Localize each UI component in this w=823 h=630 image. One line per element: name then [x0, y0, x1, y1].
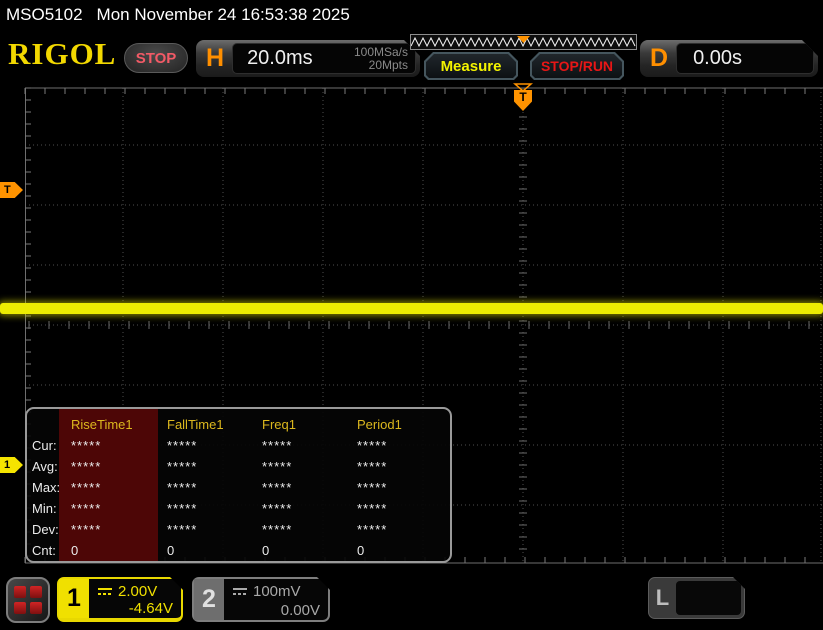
measurement-column-header: Freq1 — [262, 417, 296, 432]
table-corner — [32, 414, 71, 435]
status-bar: MSO5102 Mon November 24 16:53:38 2025 — [0, 0, 823, 30]
measurement-value: 0 — [262, 543, 271, 558]
acquisition-info: 100MSa/s 20Mpts — [354, 46, 408, 72]
graticule: T T 1 RiseTime1 FallTime1 Freq1 Period1 Cur:… — [0, 83, 823, 568]
horizontal-settings-button[interactable]: H 20.0ms 100MSa/s 20Mpts — [196, 40, 420, 77]
measurement-row-label: Dev: — [32, 522, 59, 537]
measurement-value: ***** — [262, 459, 293, 474]
channel2-badge[interactable]: 2 100mV 0.00V — [192, 577, 330, 622]
measurement-value: ***** — [262, 522, 293, 537]
delay-settings-button[interactable]: D 0.00s — [640, 40, 818, 77]
measurement-row-label: Cnt: — [32, 543, 56, 558]
measurement-value: ***** — [71, 501, 102, 516]
menu-button[interactable] — [6, 577, 50, 623]
channel1-waveform — [0, 303, 823, 314]
waveform-overview-strip[interactable] — [410, 34, 637, 50]
measurement-value: 0 — [357, 543, 366, 558]
measurement-value: ***** — [167, 438, 198, 453]
menu-grid-icon — [14, 586, 42, 614]
timebase-value: 20.0ms — [247, 47, 313, 69]
dc-coupling-icon — [232, 587, 248, 596]
measurement-row-label: Cur: — [32, 438, 57, 453]
measurement-row-label: Min: — [32, 501, 57, 516]
measurement-value: ***** — [167, 522, 198, 537]
measurement-value: ***** — [357, 522, 388, 537]
measurement-value: ***** — [167, 480, 198, 495]
measurement-column-header: Period1 — [357, 417, 402, 432]
logic-channels-badge[interactable]: L 0 1 2 3 4 5 6 7 8 9 1011 12131415 — [648, 577, 745, 619]
oscilloscope-screen: MSO5102 Mon November 24 16:53:38 2025 RI… — [0, 0, 823, 630]
measurement-panel[interactable]: RiseTime1 FallTime1 Freq1 Period1 Cur: ***** *… — [25, 407, 452, 563]
measurement-value: ***** — [357, 480, 388, 495]
delay-box: 0.00s — [676, 43, 814, 74]
channel1-badge[interactable]: 1 2.00V -4.64V — [57, 577, 183, 622]
measurement-value: 0 — [71, 543, 80, 558]
measurement-row-label: Avg: — [32, 459, 58, 474]
measurement-column-header: FallTime1 — [167, 417, 224, 432]
stop-run-button[interactable]: STOP/RUN — [530, 52, 624, 80]
measurement-value: ***** — [357, 438, 388, 453]
measurement-value: ***** — [71, 459, 102, 474]
channel1-number: 1 — [59, 579, 89, 618]
bottom-bar: 1 2.00V -4.64V 2 100mV 0.00V L 0 1 2 3 4… — [0, 570, 823, 630]
measurement-value: ***** — [167, 459, 198, 474]
datetime-label: Mon November 24 16:53:38 2025 — [96, 5, 350, 24]
logic-label: L — [655, 585, 670, 610]
measurement-column-header: RiseTime1 — [71, 417, 133, 432]
measurement-value: ***** — [167, 501, 198, 516]
channel2-offset: 0.00V — [280, 601, 320, 619]
horizontal-icon: H — [206, 44, 225, 72]
memory-depth: 20Mpts — [368, 58, 408, 72]
timebase-box: 20.0ms 100MSa/s 20Mpts — [232, 43, 416, 74]
overview-waveform-icon — [411, 36, 636, 48]
channel1-scale: 2.00V — [118, 582, 158, 600]
delay-value: 0.00s — [693, 47, 742, 69]
rigol-logo: RIGOL — [8, 36, 117, 71]
model-label: MSO5102 — [6, 5, 83, 24]
toolbar: RIGOL STOP H 20.0ms 100MSa/s 20Mpts Meas… — [0, 30, 823, 85]
measurement-value: ***** — [262, 438, 293, 453]
measurement-value: ***** — [262, 480, 293, 495]
measurement-value: ***** — [357, 459, 388, 474]
channel2-number: 2 — [194, 579, 224, 620]
measurement-value: ***** — [262, 501, 293, 516]
measurement-table: RiseTime1 FallTime1 Freq1 Period1 Cur: ***** *… — [27, 409, 450, 561]
measurement-value: ***** — [71, 438, 102, 453]
channel1-offset: -4.64V — [128, 600, 173, 618]
delay-icon: D — [650, 44, 669, 72]
measurement-value: ***** — [357, 501, 388, 516]
measurement-value: ***** — [71, 480, 102, 495]
run-state-indicator: STOP — [124, 43, 188, 73]
measurement-row-label: Max: — [32, 480, 61, 495]
measurement-value: ***** — [71, 522, 102, 537]
measure-button[interactable]: Measure — [424, 52, 518, 80]
dc-coupling-icon — [97, 587, 113, 596]
measurement-value: 0 — [167, 543, 176, 558]
logic-channel-numbers: 0 1 2 3 4 5 6 7 8 9 1011 12131415 — [676, 581, 741, 615]
channel2-scale: 100mV — [253, 583, 301, 601]
